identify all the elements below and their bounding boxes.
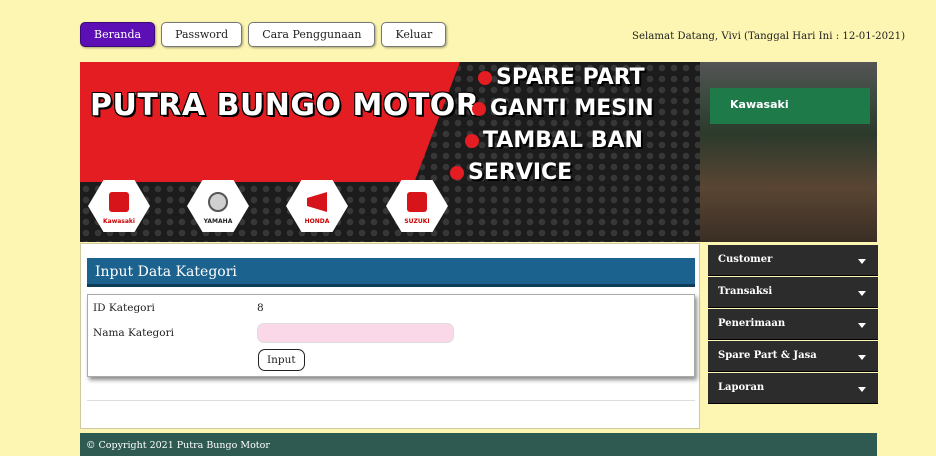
nav-keluar-button[interactable]: Keluar bbox=[381, 22, 447, 47]
honda-wing-icon bbox=[307, 192, 327, 212]
top-nav: Beranda Password Cara Penggunaan Keluar bbox=[80, 22, 447, 47]
page-title: Input Data Kategori bbox=[87, 258, 695, 287]
nav-beranda-button[interactable]: Beranda bbox=[80, 22, 156, 47]
welcome-text: Selamat Datang, Vivi (Tanggal Hari Ini :… bbox=[632, 31, 906, 42]
nav-password-button[interactable]: Password bbox=[161, 22, 243, 47]
menu-laporan[interactable]: Laporan bbox=[708, 373, 878, 403]
menu-spare-part-jasa[interactable]: Spare Part & Jasa bbox=[708, 341, 878, 371]
main-content: Input Data Kategori ID Kategori 8 Nama K… bbox=[80, 243, 700, 429]
service-service: SERVICE bbox=[450, 160, 572, 185]
chevron-down-icon bbox=[858, 291, 866, 296]
chevron-down-icon bbox=[858, 259, 866, 264]
bullet-icon bbox=[465, 134, 479, 148]
kawasaki-mark-icon bbox=[109, 192, 129, 212]
nav-cara-penggunaan-button[interactable]: Cara Penggunaan bbox=[248, 22, 376, 47]
suzuki-mark-icon bbox=[407, 192, 427, 212]
input-submit-button[interactable]: Input bbox=[258, 349, 305, 371]
service-ganti-mesin: GANTI MESIN bbox=[472, 96, 654, 121]
chevron-down-icon bbox=[858, 387, 866, 392]
header-banner: PUTRA BUNGO MOTOR SPARE PART GANTI MESIN… bbox=[80, 62, 877, 242]
nama-kategori-input[interactable] bbox=[257, 323, 454, 343]
footer: © Copyright 2021 Putra Bungo Motor bbox=[80, 433, 877, 456]
menu-transaksi[interactable]: Transaksi bbox=[708, 277, 878, 307]
category-form: ID Kategori 8 Nama Kategori Input bbox=[87, 294, 695, 377]
chevron-down-icon bbox=[858, 355, 866, 360]
chevron-down-icon bbox=[858, 323, 866, 328]
side-menu: Customer Transaksi Penerimaan Spare Part… bbox=[708, 245, 878, 405]
bullet-icon bbox=[472, 102, 486, 116]
service-tambal-ban: TAMBAL BAN bbox=[465, 128, 643, 153]
id-kategori-value: 8 bbox=[257, 302, 264, 314]
nama-kategori-label: Nama Kategori bbox=[93, 327, 174, 339]
shop-sign: Kawasaki bbox=[710, 88, 870, 124]
divider bbox=[87, 400, 695, 401]
bullet-icon bbox=[478, 71, 492, 85]
shop-photo: Kawasaki bbox=[700, 62, 877, 242]
brand-title: PUTRA BUNGO MOTOR bbox=[90, 88, 480, 123]
bullet-icon bbox=[450, 166, 464, 180]
menu-customer[interactable]: Customer bbox=[708, 245, 878, 275]
menu-penerimaan[interactable]: Penerimaan bbox=[708, 309, 878, 339]
yamaha-mark-icon bbox=[208, 192, 228, 212]
service-spare-part: SPARE PART bbox=[478, 65, 645, 90]
id-kategori-label: ID Kategori bbox=[93, 302, 155, 314]
